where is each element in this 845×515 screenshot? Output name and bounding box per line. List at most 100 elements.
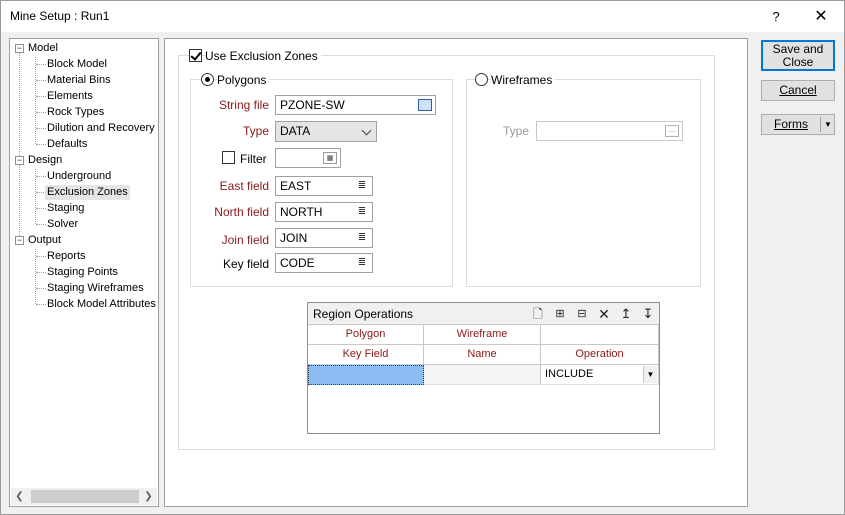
tree-item-solver[interactable]: Solver [47,217,78,232]
tree-item-staging-wireframes[interactable]: Staging Wireframes [47,281,144,296]
new-row-icon[interactable]: 🗋 [530,306,546,322]
field-list-icon[interactable]: ≣ [355,180,369,192]
title-bar: Mine Setup : Run1 ? ✕ [1,1,844,32]
column-header-name[interactable]: Name [424,345,541,365]
navigation-tree: − Model Block Model Material Bins Elemen… [9,38,159,507]
tree-connector [36,144,46,145]
close-button[interactable]: ✕ [798,1,844,32]
field-list-icon[interactable]: ≣ [355,257,369,269]
collapse-model-icon[interactable]: − [15,44,24,53]
collapse-design-icon[interactable]: − [15,156,24,165]
tree-item-underground[interactable]: Underground [47,169,111,184]
tree-item-staging-points[interactable]: Staging Points [47,265,118,280]
type-select[interactable]: DATA [275,121,377,142]
forms-dropdown-icon[interactable]: ▼ [821,115,835,134]
scroll-left-icon[interactable]: ❮ [11,488,28,505]
tree-connector [36,64,46,65]
tree-connector [35,57,36,144]
move-up-icon[interactable]: ↥ [618,306,634,322]
browse-dots-icon[interactable]: ... [665,125,679,137]
wireframes-radio[interactable] [475,73,488,86]
north-field-input[interactable]: NORTH ≣ [275,202,373,222]
region-operations-title: Region Operations [313,307,414,321]
use-exclusion-zones-checkbox[interactable] [189,49,202,62]
tree-connector [36,96,46,97]
filter-label: Filter [240,152,267,166]
key-field-label: Key field [222,257,269,271]
east-field-value: EAST [280,179,312,193]
dropdown-arrow-icon[interactable]: ▼ [643,366,657,383]
column-header-operation[interactable]: Operation [541,345,659,365]
mine-setup-window: Mine Setup : Run1 ? ✕ − Model Block Mode… [0,0,845,515]
tree-connector [36,176,46,177]
wireframe-type-input[interactable]: ... [536,121,683,141]
tree-item-dilution-recovery[interactable]: Dilution and Recovery [47,121,155,136]
append-row-icon[interactable]: ⊟ [574,306,590,322]
tree-connector [36,128,46,129]
field-list-icon[interactable]: ≣ [355,232,369,244]
key-field-input[interactable]: CODE ≣ [275,253,373,273]
cell-operation[interactable]: INCLUDE ▼ [541,365,659,385]
region-operations-toolbar: Region Operations 🗋 ⊞ ⊟ ✕ ↥ ↧ [308,303,659,325]
tree-group-output[interactable]: Output [28,233,61,248]
tree-item-exclusion-zones[interactable]: Exclusion Zones [45,185,130,200]
filter-grid-icon[interactable]: ▦ [323,152,337,164]
join-field-input[interactable]: JOIN ≣ [275,228,373,248]
exclusion-zones-panel: Use Exclusion Zones Polygons String file… [164,38,748,507]
cell-key-field[interactable] [308,365,424,385]
tree-item-defaults[interactable]: Defaults [47,137,87,152]
tree-item-reports[interactable]: Reports [47,249,86,264]
cell-name[interactable] [424,365,541,385]
operation-value: INCLUDE [545,368,594,380]
tree-connector [36,208,46,209]
tree-item-staging[interactable]: Staging [47,201,84,216]
cancel-button[interactable]: Cancel [761,80,835,101]
save-and-close-label-2: Close [782,55,814,69]
tree-item-rock-types[interactable]: Rock Types [47,105,104,120]
east-field-label: East field [219,179,269,193]
save-and-close-button[interactable]: Save and Close [761,40,835,71]
tree-connector [36,224,46,225]
collapse-output-icon[interactable]: − [15,236,24,245]
tree-connector [36,288,46,289]
tree-item-elements[interactable]: Elements [47,89,93,104]
north-field-value: NORTH [280,205,323,219]
move-down-icon[interactable]: ↧ [640,306,656,322]
polygons-radio[interactable] [201,73,214,86]
insert-row-icon[interactable]: ⊞ [552,306,568,322]
tree-item-material-bins[interactable]: Material Bins [47,73,111,88]
filter-input[interactable]: ▦ [275,148,341,168]
header-group-blank [541,325,659,345]
type-value: DATA [280,124,311,138]
forms-button[interactable]: Forms ▼ [761,114,835,135]
tree-group-design[interactable]: Design [28,153,62,168]
scroll-thumb[interactable] [31,490,139,503]
tree-group-model[interactable]: Model [28,41,58,56]
join-field-label: Join field [221,233,269,247]
field-list-icon[interactable]: ≣ [355,206,369,218]
type-label: Type [242,124,269,138]
tree-connector [19,53,20,240]
column-header-key-field[interactable]: Key Field [308,345,424,365]
browse-window-icon[interactable] [418,99,432,111]
scroll-right-icon[interactable]: ❯ [140,488,157,505]
header-group-wireframe: Wireframe [424,325,541,345]
tree-item-block-model-attributes[interactable]: Block Model Attributes [47,297,156,312]
string-file-input[interactable]: PZONE-SW [275,95,436,115]
wireframe-type-label: Type [502,124,529,138]
east-field-input[interactable]: EAST ≣ [275,176,373,196]
polygons-label: Polygons [217,73,270,87]
wireframes-group [466,79,701,287]
forms-label: Forms [774,117,808,131]
tree-item-block-model[interactable]: Block Model [47,57,107,72]
header-group-polygon: Polygon [308,325,424,345]
help-button[interactable]: ? [753,1,799,32]
string-file-label: String file [218,98,269,112]
tree-connector [36,272,46,273]
filter-checkbox[interactable] [222,151,235,164]
tree-connector [36,256,46,257]
window-title: Mine Setup : Run1 [10,9,110,23]
delete-row-icon[interactable]: ✕ [596,306,612,322]
tree-horizontal-scrollbar[interactable]: ❮ ❯ [11,488,157,505]
tree-connector [36,80,46,81]
